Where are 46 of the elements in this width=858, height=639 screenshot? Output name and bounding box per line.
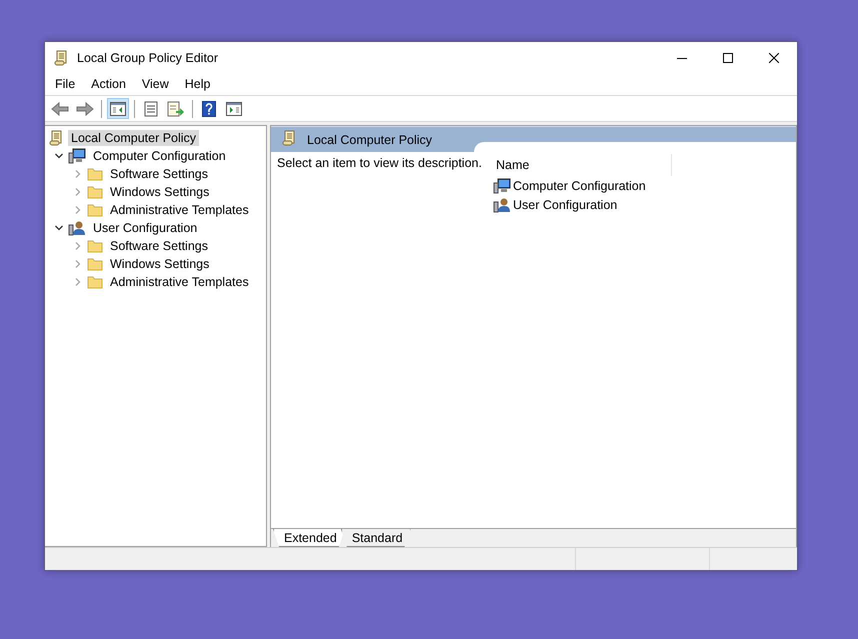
computer-icon xyxy=(68,148,86,164)
collapse-chevron[interactable] xyxy=(54,223,64,233)
tree-item[interactable]: Local Computer Policy xyxy=(68,130,200,146)
collapse-chevron[interactable] xyxy=(54,151,64,161)
properties-icon[interactable] xyxy=(143,100,159,116)
folder-icon xyxy=(87,257,103,271)
menu-item[interactable]: File xyxy=(47,77,84,91)
user-icon xyxy=(493,196,511,212)
description-text: Select an item to view its description. xyxy=(276,155,483,172)
tree-item[interactable]: Computer Configuration xyxy=(90,148,229,164)
tree-item[interactable]: Administrative Templates xyxy=(107,202,252,218)
folder-icon xyxy=(87,239,103,253)
pane-toggle-icon[interactable] xyxy=(110,102,126,116)
menu-item[interactable]: Action xyxy=(83,77,134,91)
folder-icon xyxy=(87,167,103,181)
tree-item[interactable]: Software Settings xyxy=(107,166,211,182)
detail-title: Local Computer Policy xyxy=(307,132,432,146)
export-list-icon[interactable] xyxy=(167,100,185,116)
back-arrow-icon[interactable] xyxy=(51,100,69,116)
maximize-icon[interactable] xyxy=(723,52,733,62)
forward-arrow-icon[interactable] xyxy=(76,100,94,116)
scroll-icon xyxy=(281,130,297,146)
list-item[interactable]: Computer Configuration xyxy=(513,178,646,192)
folder-icon xyxy=(87,185,103,199)
tree-item[interactable]: Windows Settings xyxy=(107,184,212,200)
menu-item[interactable]: Help xyxy=(176,77,218,91)
tree-item[interactable]: Administrative Templates xyxy=(107,274,252,290)
folder-icon xyxy=(87,275,103,289)
view-tab[interactable]: Extended xyxy=(273,529,345,547)
action-pane-icon[interactable] xyxy=(226,102,242,116)
tree-item[interactable]: User Configuration xyxy=(90,220,200,236)
menu-item[interactable]: View xyxy=(134,77,177,91)
scroll-icon xyxy=(53,50,69,66)
computer-icon xyxy=(493,178,511,194)
pane-toggle-button[interactable] xyxy=(107,98,129,119)
tree-item[interactable]: Windows Settings xyxy=(107,256,212,272)
tree-item[interactable]: Software Settings xyxy=(107,238,211,254)
close-icon[interactable] xyxy=(769,52,779,62)
help-icon[interactable] xyxy=(202,100,216,116)
folder-icon xyxy=(87,203,103,217)
scroll-icon xyxy=(48,130,64,146)
window-title: Local Group Policy Editor xyxy=(77,50,220,64)
column-header[interactable]: Name xyxy=(493,154,672,176)
user-icon xyxy=(68,220,86,236)
list-item[interactable]: User Configuration xyxy=(513,198,618,212)
view-tab[interactable]: Standard xyxy=(340,529,411,547)
